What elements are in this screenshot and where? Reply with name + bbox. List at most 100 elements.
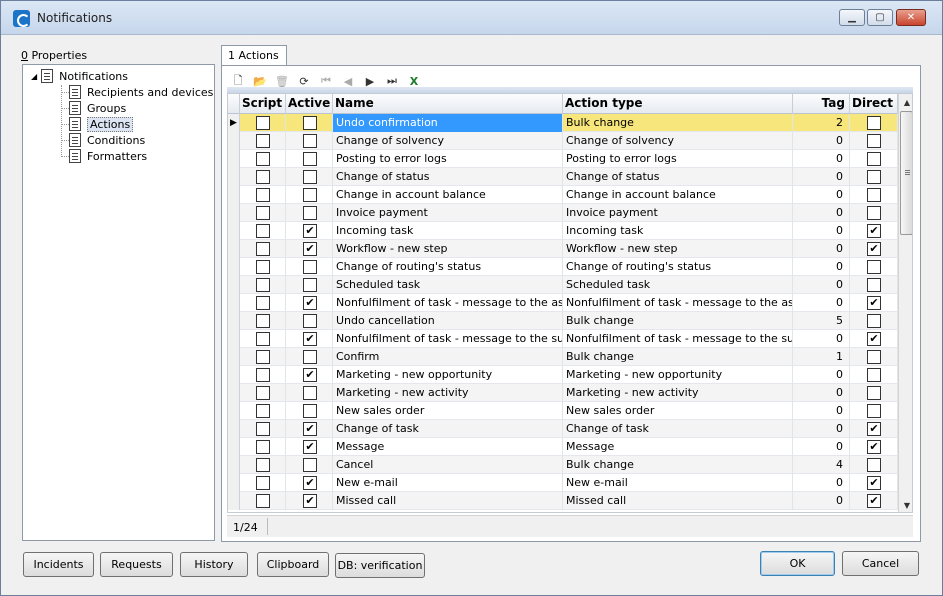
name-cell[interactable]: Nonfulfilment of task - message to the a… xyxy=(333,294,563,312)
direct-checkbox[interactable] xyxy=(867,404,881,418)
column-header-script[interactable]: Script xyxy=(240,94,286,114)
active-checkbox[interactable]: ✔ xyxy=(303,296,317,310)
row-indicator[interactable] xyxy=(228,294,240,312)
new-icon[interactable]: 🗋 xyxy=(229,72,247,90)
row-indicator[interactable] xyxy=(228,186,240,204)
tree-node-formatters[interactable]: Formatters xyxy=(69,148,147,164)
active-checkbox[interactable] xyxy=(303,152,317,166)
active-checkbox[interactable] xyxy=(303,206,317,220)
row-indicator[interactable] xyxy=(228,204,240,222)
name-cell[interactable]: Marketing - new activity xyxy=(333,384,563,402)
table-row[interactable]: Marketing - new activity Marketing - new … xyxy=(228,384,898,402)
incidents-button[interactable]: Incidents xyxy=(23,552,94,577)
name-cell[interactable]: Change of solvency xyxy=(333,132,563,150)
active-checkbox[interactable]: ✔ xyxy=(303,332,317,346)
script-checkbox[interactable] xyxy=(256,278,270,292)
column-header-tag[interactable]: Tag xyxy=(793,94,850,114)
tag-cell[interactable]: 0 xyxy=(793,474,850,492)
tree-node-actions[interactable]: Actions xyxy=(69,116,134,132)
active-checkbox[interactable]: ✔ xyxy=(303,440,317,454)
script-checkbox[interactable] xyxy=(256,350,270,364)
name-cell[interactable]: Missed call xyxy=(333,492,563,510)
ok-button[interactable]: OK xyxy=(760,551,835,576)
direct-checkbox[interactable] xyxy=(867,170,881,184)
tag-cell[interactable]: 0 xyxy=(793,330,850,348)
name-cell[interactable]: Change of task xyxy=(333,420,563,438)
action-type-cell[interactable]: Change of task xyxy=(563,420,793,438)
direct-checkbox[interactable] xyxy=(867,206,881,220)
db-verification-button[interactable]: DB: verification xyxy=(335,553,425,578)
row-indicator[interactable] xyxy=(228,366,240,384)
next-record-icon[interactable]: ▶ xyxy=(361,72,379,90)
name-cell[interactable]: Message xyxy=(333,438,563,456)
script-checkbox[interactable] xyxy=(256,314,270,328)
action-type-cell[interactable]: Workflow - new step xyxy=(563,240,793,258)
scroll-up-icon[interactable]: ▲ xyxy=(899,94,912,111)
active-checkbox[interactable]: ✔ xyxy=(303,368,317,382)
name-cell[interactable]: Confirm xyxy=(333,348,563,366)
tag-cell[interactable]: 0 xyxy=(793,204,850,222)
column-header-active[interactable]: Active xyxy=(286,94,333,114)
action-type-cell[interactable]: Incoming task xyxy=(563,222,793,240)
table-row[interactable]: ✔ New e-mail New e-mail 0 ✔ xyxy=(228,474,898,492)
script-checkbox[interactable] xyxy=(256,224,270,238)
table-row[interactable]: Undo cancellation Bulk change 5 xyxy=(228,312,898,330)
tag-cell[interactable]: 0 xyxy=(793,492,850,510)
active-checkbox[interactable] xyxy=(303,278,317,292)
name-cell[interactable]: Change of routing's status xyxy=(333,258,563,276)
row-indicator[interactable] xyxy=(228,312,240,330)
action-type-cell[interactable]: Missed call xyxy=(563,492,793,510)
tag-cell[interactable]: 0 xyxy=(793,258,850,276)
script-checkbox[interactable] xyxy=(256,422,270,436)
row-indicator[interactable] xyxy=(228,132,240,150)
action-type-cell[interactable]: Message xyxy=(563,438,793,456)
action-type-cell[interactable]: Marketing - new opportunity xyxy=(563,366,793,384)
direct-checkbox[interactable] xyxy=(867,152,881,166)
action-type-cell[interactable]: Change of routing's status xyxy=(563,258,793,276)
column-header-direct[interactable]: Direct xyxy=(850,94,898,114)
row-indicator[interactable] xyxy=(228,168,240,186)
tag-cell[interactable]: 0 xyxy=(793,366,850,384)
script-checkbox[interactable] xyxy=(256,116,270,130)
row-indicator[interactable] xyxy=(228,150,240,168)
table-row[interactable]: ✔ Workflow - new step Workflow - new step 0… xyxy=(228,240,898,258)
active-checkbox[interactable] xyxy=(303,404,317,418)
row-indicator[interactable] xyxy=(228,492,240,510)
active-checkbox[interactable] xyxy=(303,458,317,472)
table-row[interactable]: ✔ Nonfulfilment of task - message to the … xyxy=(228,330,898,348)
row-indicator[interactable] xyxy=(228,456,240,474)
script-checkbox[interactable] xyxy=(256,332,270,346)
tag-cell[interactable]: 0 xyxy=(793,420,850,438)
script-checkbox[interactable] xyxy=(256,134,270,148)
action-type-cell[interactable]: Bulk change xyxy=(563,312,793,330)
name-cell[interactable]: Change in account balance xyxy=(333,186,563,204)
table-row[interactable]: Change of status Change of status 0 xyxy=(228,168,898,186)
requests-button[interactable]: Requests xyxy=(100,552,173,577)
tag-cell[interactable]: 0 xyxy=(793,132,850,150)
active-checkbox[interactable] xyxy=(303,116,317,130)
maximize-button[interactable]: ▢ xyxy=(867,9,893,26)
tag-cell[interactable]: 0 xyxy=(793,222,850,240)
table-row[interactable]: ✔ Nonfulfilment of task - message to the … xyxy=(228,294,898,312)
active-checkbox[interactable] xyxy=(303,260,317,274)
column-header-action-type[interactable]: Action type xyxy=(563,94,793,114)
close-button[interactable]: ✕ xyxy=(896,9,926,26)
script-checkbox[interactable] xyxy=(256,206,270,220)
vertical-scrollbar[interactable]: ▲ ▼ xyxy=(898,94,912,512)
name-cell[interactable]: Cancel xyxy=(333,456,563,474)
direct-checkbox[interactable] xyxy=(867,458,881,472)
action-type-cell[interactable]: Bulk change xyxy=(563,114,793,132)
name-cell[interactable]: Incoming task xyxy=(333,222,563,240)
direct-checkbox[interactable]: ✔ xyxy=(867,422,881,436)
name-cell[interactable]: New sales order xyxy=(333,402,563,420)
row-indicator[interactable] xyxy=(228,384,240,402)
tag-cell[interactable]: 4 xyxy=(793,456,850,474)
previous-record-icon[interactable]: ◀ xyxy=(339,72,357,90)
direct-checkbox[interactable]: ✔ xyxy=(867,242,881,256)
tag-cell[interactable]: 2 xyxy=(793,114,850,132)
current-row-icon[interactable]: ▶ xyxy=(228,114,240,132)
table-row[interactable]: New sales order New sales order 0 xyxy=(228,402,898,420)
minimize-button[interactable]: ▁ xyxy=(839,9,865,26)
last-record-icon[interactable]: ⏭ xyxy=(383,72,401,90)
direct-checkbox[interactable] xyxy=(867,260,881,274)
